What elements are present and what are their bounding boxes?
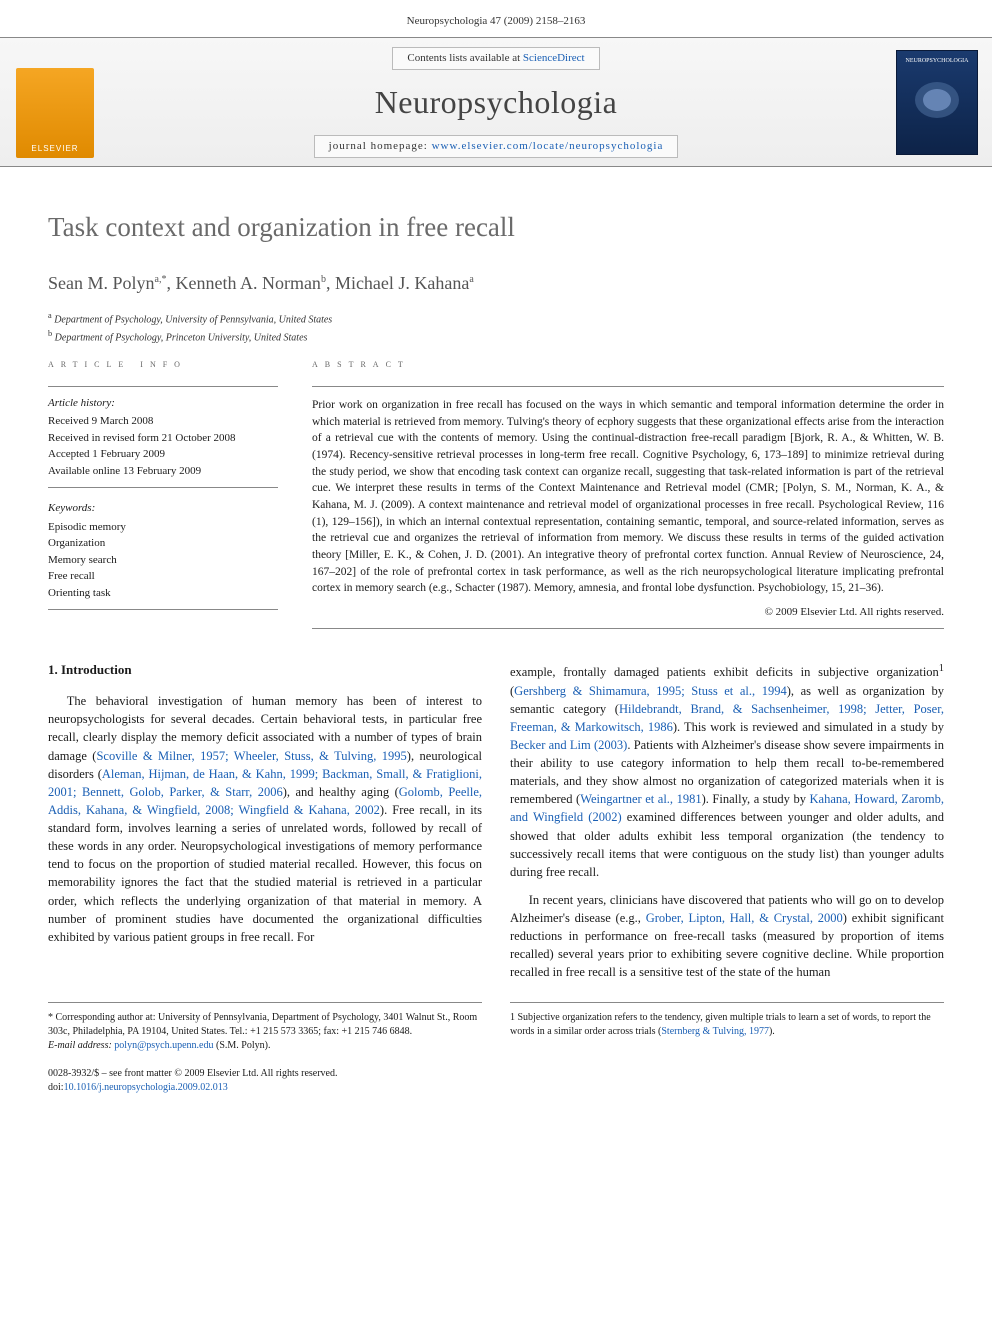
p1c-seg-d: ). This work is reviewed and simulated i… bbox=[673, 720, 944, 734]
author-1: Sean M. Polyn bbox=[48, 273, 155, 293]
citation-7[interactable]: Weingartner et al., 1981 bbox=[580, 792, 701, 806]
history-accepted: Accepted 1 February 2009 bbox=[48, 446, 278, 463]
body-col-left: 1. Introduction The behavioral investiga… bbox=[48, 661, 482, 991]
info-abstract-row: article info Article history: Received 9… bbox=[0, 355, 992, 629]
p1-seg-d: ). Free recall, in its standard form, in… bbox=[48, 803, 482, 944]
article-title: Task context and organization in free re… bbox=[48, 209, 944, 247]
author-1-sup: a,* bbox=[155, 274, 167, 285]
body-columns: 1. Introduction The behavioral investiga… bbox=[0, 629, 992, 1001]
intro-paragraph-1-cont: example, frontally damaged patients exhi… bbox=[510, 661, 944, 881]
citation-6[interactable]: Becker and Lim (2003) bbox=[510, 738, 627, 752]
running-head: Neuropsychologia 47 (2009) 2158–2163 bbox=[0, 0, 992, 37]
body-col-right: example, frontally damaged patients exhi… bbox=[510, 661, 944, 991]
authors-line: Sean M. Polyna,*, Kenneth A. Normanb, Mi… bbox=[48, 271, 944, 296]
citation-1[interactable]: Scoville & Milner, 1957; Wheeler, Stuss,… bbox=[96, 749, 406, 763]
abstract-text: Prior work on organization in free recal… bbox=[312, 386, 944, 597]
author-2: , Kenneth A. Norman bbox=[166, 273, 320, 293]
article-frontmatter: Task context and organization in free re… bbox=[0, 167, 992, 355]
journal-cover-area: NEUROPSYCHOLOGIA bbox=[882, 38, 992, 166]
p1c-seg-f: ). Finally, a study by bbox=[702, 792, 810, 806]
email-line: E-mail address: polyn@psych.upenn.edu (S… bbox=[48, 1039, 482, 1053]
keywords-head: Keywords: bbox=[48, 500, 278, 517]
article-history: Article history: Received 9 March 2008 R… bbox=[48, 386, 278, 489]
affiliation-b: b Department of Psychology, Princeton Un… bbox=[48, 328, 944, 345]
history-revised: Received in revised form 21 October 2008 bbox=[48, 430, 278, 447]
history-online: Available online 13 February 2009 bbox=[48, 463, 278, 480]
footnote-1-block: 1 Subjective organization refers to the … bbox=[510, 1002, 944, 1053]
sciencedirect-link[interactable]: ScienceDirect bbox=[523, 52, 585, 64]
abstract-column: abstract Prior work on organization in f… bbox=[312, 355, 944, 629]
elsevier-logo: ELSEVIER bbox=[16, 68, 94, 158]
author-3-sup: a bbox=[469, 274, 473, 285]
citation-4[interactable]: Gershberg & Shimamura, 1995; Stuss et al… bbox=[514, 684, 787, 698]
footnote-1-ref[interactable]: 1 bbox=[939, 663, 944, 674]
masthead-center: Contents lists available at ScienceDirec… bbox=[110, 38, 882, 166]
intro-paragraph-1: The behavioral investigation of human me… bbox=[48, 692, 482, 946]
front-matter-line: 0028-3932/$ – see front matter © 2009 El… bbox=[48, 1067, 944, 1081]
journal-name: Neuropsychologia bbox=[375, 80, 618, 125]
homepage-prefix: journal homepage: bbox=[329, 140, 432, 152]
doi-line: doi:10.1016/j.neuropsychologia.2009.02.0… bbox=[48, 1081, 944, 1095]
aff-b-text: Department of Psychology, Princeton Univ… bbox=[55, 332, 308, 343]
corresponding-email[interactable]: polyn@psych.upenn.edu bbox=[114, 1040, 213, 1051]
footnotes-row: * Corresponding author at: University of… bbox=[0, 1002, 992, 1053]
publisher-logo-area: ELSEVIER bbox=[0, 38, 110, 166]
journal-cover-thumb: NEUROPSYCHOLOGIA bbox=[896, 50, 978, 155]
keyword-5: Orienting task bbox=[48, 585, 278, 602]
keyword-3: Memory search bbox=[48, 552, 278, 569]
affiliation-a: a Department of Psychology, University o… bbox=[48, 310, 944, 327]
corresponding-author-block: * Corresponding author at: University of… bbox=[48, 1002, 482, 1053]
article-info-column: article info Article history: Received 9… bbox=[48, 355, 278, 629]
article-info-heading: article info bbox=[48, 355, 278, 372]
history-received: Received 9 March 2008 bbox=[48, 413, 278, 430]
abstract-heading: abstract bbox=[312, 355, 944, 372]
copyright-line: © 2009 Elsevier Ltd. All rights reserved… bbox=[312, 605, 944, 629]
affiliations: a Department of Psychology, University o… bbox=[48, 310, 944, 345]
footnote-1-suffix: ). bbox=[769, 1026, 775, 1037]
history-head: Article history: bbox=[48, 395, 278, 412]
keyword-2: Organization bbox=[48, 535, 278, 552]
homepage-url[interactable]: www.elsevier.com/locate/neuropsychologia bbox=[432, 140, 664, 152]
footnote-1-citation[interactable]: Sternberg & Tulving, 1977 bbox=[661, 1026, 769, 1037]
doi-label: doi: bbox=[48, 1082, 64, 1093]
keywords-block: Keywords: Episodic memory Organization M… bbox=[48, 500, 278, 610]
author-3: , Michael J. Kahana bbox=[326, 273, 469, 293]
p1c-seg-a: example, frontally damaged patients exhi… bbox=[510, 665, 939, 679]
contents-available-line: Contents lists available at ScienceDirec… bbox=[392, 47, 599, 70]
corresponding-text: * Corresponding author at: University of… bbox=[48, 1011, 482, 1039]
email-label: E-mail address: bbox=[48, 1040, 114, 1051]
section-1-heading: 1. Introduction bbox=[48, 661, 482, 680]
keyword-1: Episodic memory bbox=[48, 519, 278, 536]
journal-homepage-line: journal homepage: www.elsevier.com/locat… bbox=[314, 135, 679, 158]
contents-prefix: Contents lists available at bbox=[407, 52, 522, 64]
p1-seg-c: ), and healthy aging ( bbox=[283, 785, 399, 799]
citation-9[interactable]: Grober, Lipton, Hall, & Crystal, 2000 bbox=[646, 911, 843, 925]
intro-paragraph-2: In recent years, clinicians have discove… bbox=[510, 891, 944, 982]
keyword-4: Free recall bbox=[48, 568, 278, 585]
masthead: ELSEVIER Contents lists available at Sci… bbox=[0, 37, 992, 167]
page-footer: 0028-3932/$ – see front matter © 2009 El… bbox=[0, 1053, 992, 1125]
aff-a-text: Department of Psychology, University of … bbox=[54, 315, 332, 326]
cover-label: NEUROPSYCHOLOGIA bbox=[905, 57, 968, 65]
email-suffix: (S.M. Polyn). bbox=[214, 1040, 271, 1051]
doi-link[interactable]: 10.1016/j.neuropsychologia.2009.02.013 bbox=[64, 1082, 228, 1093]
